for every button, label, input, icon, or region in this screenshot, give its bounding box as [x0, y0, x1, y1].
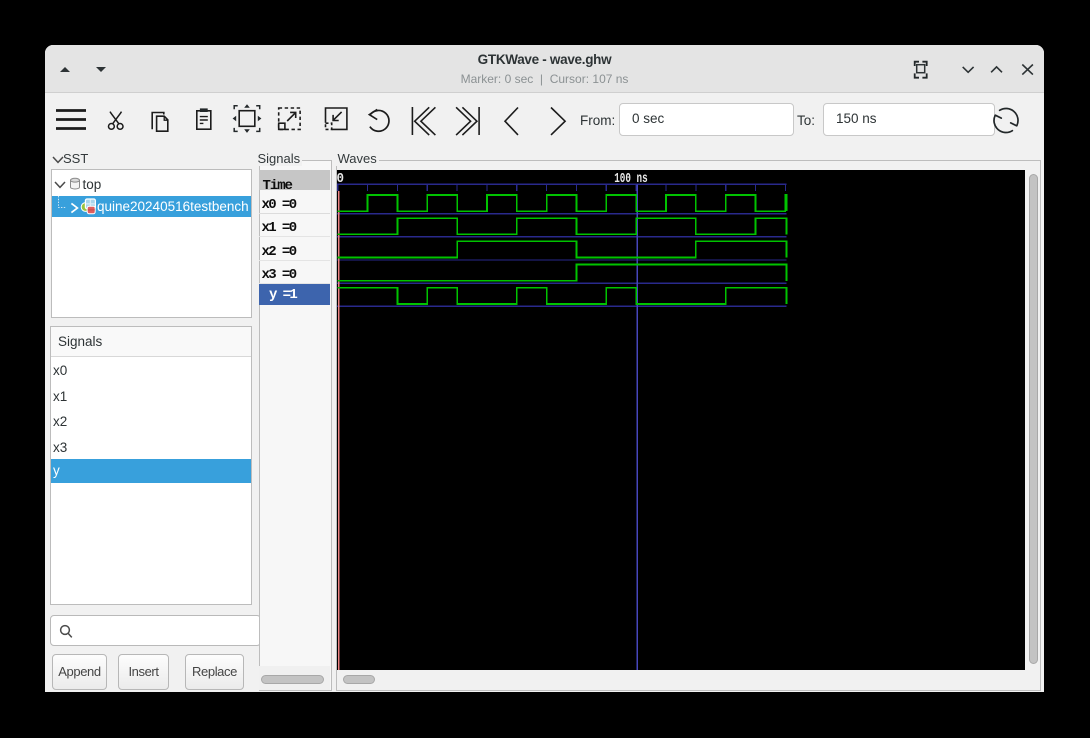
svg-text:100 ns: 100 ns [614, 172, 647, 187]
svg-text:0: 0 [337, 172, 344, 187]
